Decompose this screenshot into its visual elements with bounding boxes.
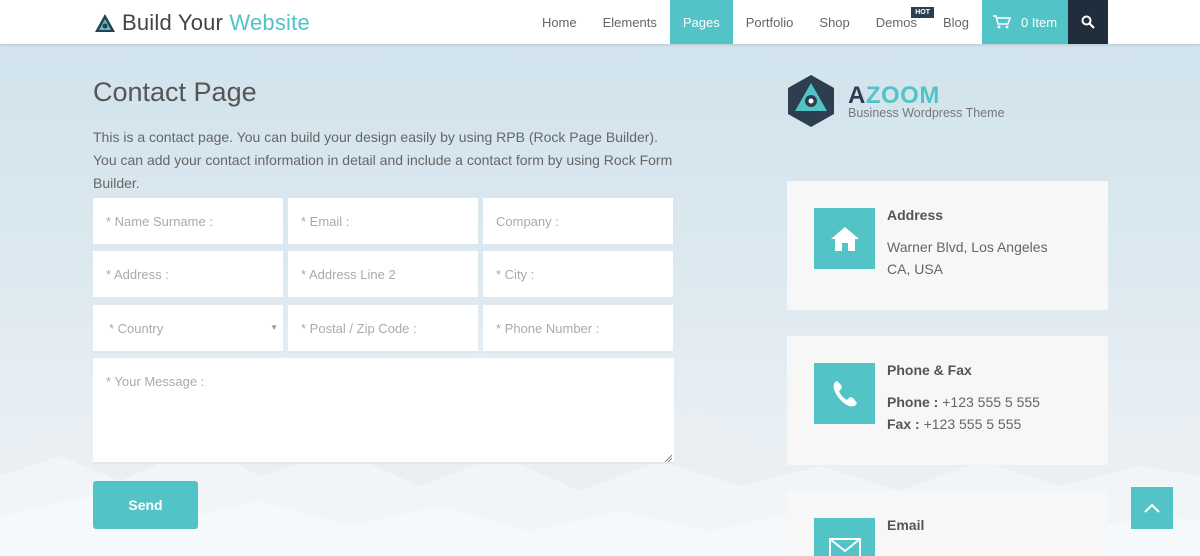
resize-grip-icon[interactable] bbox=[664, 454, 672, 462]
country-select-value: * Country bbox=[109, 321, 164, 336]
address-card: Address Warner Blvd, Los Angeles CA, USA bbox=[787, 181, 1108, 310]
nav-item-portfolio[interactable]: Portfolio bbox=[733, 0, 807, 44]
nav-item-demos[interactable]: Demos HOT bbox=[863, 0, 934, 44]
email-input[interactable] bbox=[288, 198, 478, 246]
email-title: Email bbox=[887, 517, 925, 533]
eye-triangle-logo-icon bbox=[95, 14, 115, 32]
brand-subtitle: Business Wordpress Theme bbox=[848, 106, 1005, 120]
address-title: Address bbox=[887, 207, 944, 223]
chevron-down-icon: ▼ bbox=[270, 323, 278, 332]
phone-line: Phone : +123 555 5 555 bbox=[887, 394, 1040, 410]
message-textarea[interactable] bbox=[93, 358, 674, 464]
phone-icon bbox=[833, 380, 857, 406]
logo-text: Build Your Website bbox=[122, 10, 310, 35]
phone-fax-card: Phone & Fax Phone : +123 555 5 555 Fax :… bbox=[787, 336, 1108, 465]
nav-item-elements[interactable]: Elements bbox=[590, 0, 670, 44]
nav-item-home[interactable]: Home bbox=[529, 0, 590, 44]
page-title: Contact Page bbox=[93, 77, 257, 107]
phone-value: +123 555 5 555 bbox=[938, 394, 1040, 410]
site-header: Build Your Website Home Elements Pages P… bbox=[0, 0, 1200, 44]
cart-label: 0 Item bbox=[1020, 14, 1058, 30]
address-line-1: Warner Blvd, Los Angeles bbox=[887, 239, 1048, 255]
nav-item-pages[interactable]: Pages bbox=[669, 0, 733, 44]
search-button[interactable] bbox=[1068, 0, 1108, 44]
main-nav: Home Elements Pages Portfolio Shop Demos… bbox=[529, 0, 1108, 44]
address-line-2: CA, USA bbox=[887, 261, 944, 277]
city-input[interactable] bbox=[483, 251, 673, 299]
send-button[interactable]: Send bbox=[93, 481, 198, 529]
nav-item-blog[interactable]: Blog bbox=[930, 0, 982, 44]
home-icon bbox=[830, 226, 859, 251]
postal-code-input[interactable] bbox=[288, 305, 478, 353]
email-icon-box bbox=[814, 518, 875, 556]
address-line2-input[interactable] bbox=[288, 251, 478, 299]
name-input[interactable] bbox=[93, 198, 283, 246]
search-icon bbox=[1081, 15, 1095, 29]
back-to-top-button[interactable] bbox=[1131, 487, 1173, 529]
chevron-up-icon bbox=[1144, 503, 1160, 513]
fax-line: Fax : +123 555 5 555 bbox=[887, 416, 1021, 432]
fax-value: +123 555 5 555 bbox=[919, 416, 1022, 432]
fax-label: Fax : bbox=[887, 416, 920, 432]
email-card: Email bbox=[787, 491, 1108, 556]
address-input[interactable] bbox=[93, 251, 283, 299]
nav-item-shop[interactable]: Shop bbox=[806, 0, 862, 44]
brand-block: AZOOM bbox=[787, 74, 1108, 130]
brand-name-rest: ZOOM bbox=[865, 82, 940, 109]
azoom-logo-icon bbox=[788, 75, 834, 127]
cart-icon bbox=[992, 15, 1011, 29]
logo-text-accent: Website bbox=[229, 10, 310, 35]
brand-name-first-letter: A bbox=[848, 82, 866, 109]
phone-label: Phone : bbox=[887, 394, 939, 410]
main-content: Contact Page This is a contact page. You… bbox=[93, 44, 683, 464]
company-input[interactable] bbox=[483, 198, 673, 246]
cart-button[interactable]: 0 Item bbox=[982, 0, 1068, 44]
envelope-icon bbox=[828, 537, 861, 556]
address-icon-box bbox=[814, 208, 875, 269]
country-select[interactable]: * Country ▼ bbox=[93, 305, 283, 353]
site-logo[interactable]: Build Your Website bbox=[94, 10, 310, 36]
phone-icon-box bbox=[814, 363, 875, 424]
intro-text: This is a contact page. You can build yo… bbox=[93, 129, 673, 191]
phone-fax-title: Phone & Fax bbox=[887, 362, 972, 378]
phone-number-input[interactable] bbox=[483, 305, 673, 353]
